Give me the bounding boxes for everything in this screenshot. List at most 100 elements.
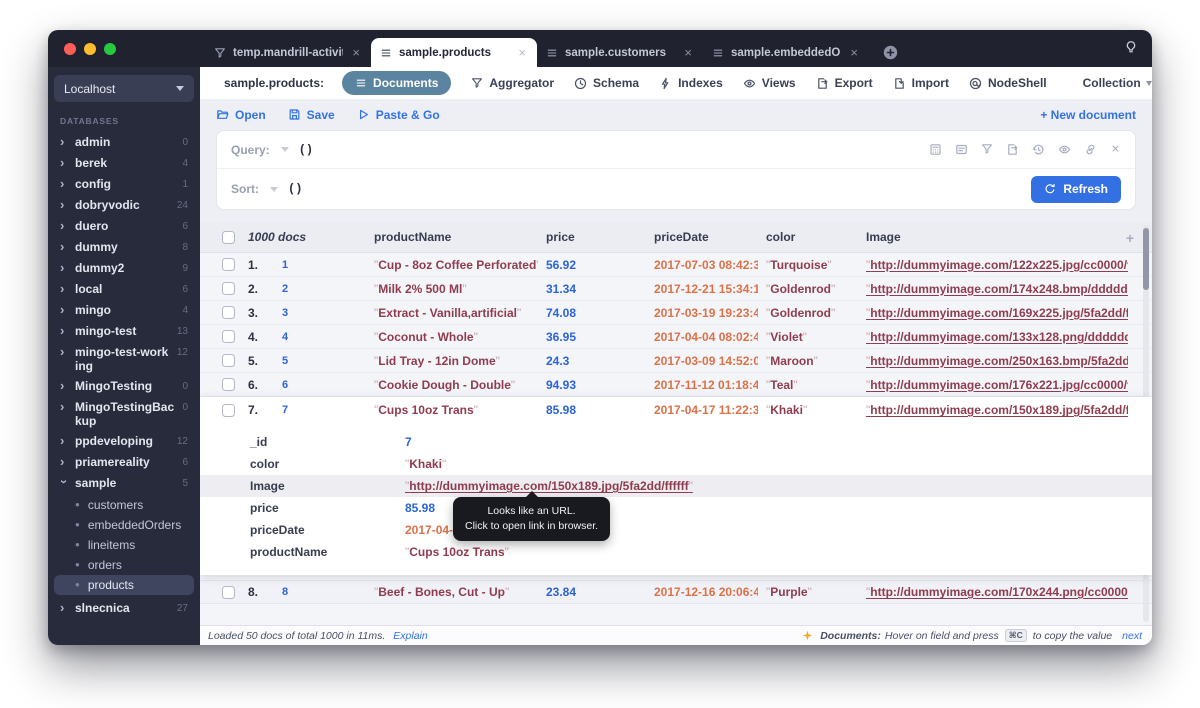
mode-aggregator-button[interactable]: Aggregator: [471, 76, 554, 90]
sidebar-db-MingoTestingBackup[interactable]: › MingoTestingBackup 0: [54, 397, 194, 431]
column-header-productName[interactable]: productName: [374, 230, 538, 244]
mode-nodeshell-button[interactable]: NodeShell: [969, 76, 1047, 90]
detail-field-productName[interactable]: productName Cups 10oz Trans: [200, 541, 1152, 563]
tab-temp.mandrill-activity[interactable]: temp.mandrill-activity ×: [205, 38, 371, 67]
sidebar-db-sample[interactable]: › sample 5: [54, 473, 194, 494]
close-icon[interactable]: ×: [516, 45, 528, 60]
paste-and-go-button[interactable]: Paste & Go: [357, 108, 440, 122]
sidebar-collection-embeddedOrders[interactable]: ● embeddedOrders: [54, 515, 194, 535]
mode-views-button[interactable]: Views: [743, 76, 796, 90]
column-header-priceDate[interactable]: priceDate: [654, 230, 758, 244]
table-row[interactable]: 7. 7 Cups 10oz Trans85.982017-04-17 11:2…: [200, 397, 1152, 423]
tab-sample.embeddedOrders[interactable]: sample.embeddedOrders ×: [703, 38, 869, 67]
link-icon[interactable]: [1084, 143, 1097, 156]
tab-sample.customers[interactable]: sample.customers ×: [537, 38, 703, 67]
sidebar-db-ppdeveloping[interactable]: › ppdeveloping 12: [54, 431, 194, 452]
sidebar-collection-customers[interactable]: ● customers: [54, 495, 194, 515]
image-url-value[interactable]: http://dummyimage.com/169x225.jpg/5fa2dd…: [866, 306, 1128, 320]
new-document-button[interactable]: + New document: [1040, 108, 1136, 122]
row-checkbox[interactable]: [222, 330, 235, 343]
sidebar-db-berek[interactable]: › berek 4: [54, 153, 194, 174]
filter-icon[interactable]: [981, 143, 993, 156]
calculator-icon[interactable]: [929, 143, 942, 156]
next-tip-link[interactable]: next: [1122, 630, 1142, 642]
explain-link[interactable]: Explain: [393, 630, 427, 642]
zoom-window-button[interactable]: [104, 43, 116, 55]
column-header-price[interactable]: price: [546, 230, 646, 244]
query-input[interactable]: (): [299, 143, 313, 157]
sidebar-db-dummy2[interactable]: › dummy2 9: [54, 258, 194, 279]
column-header-color[interactable]: color: [766, 230, 858, 244]
row-checkbox[interactable]: [222, 282, 235, 295]
table-row[interactable]: 5. 5 Lid Tray - 12in Dome24.32017-03-09 …: [200, 349, 1152, 373]
row-checkbox[interactable]: [222, 586, 235, 599]
row-checkbox[interactable]: [222, 306, 235, 319]
sidebar-db-dobryvodic[interactable]: › dobryvodic 24: [54, 195, 194, 216]
sidebar-db-mingo-test-working[interactable]: › mingo-test-working 12: [54, 342, 194, 376]
refresh-button[interactable]: Refresh: [1031, 176, 1121, 203]
export-icon[interactable]: [1006, 143, 1019, 156]
table-row[interactable]: 2. 2 Milk 2% 500 Ml31.342017-12-21 15:34…: [200, 277, 1152, 301]
sidebar-db-MingoTesting[interactable]: › MingoTesting 0: [54, 376, 194, 397]
sidebar-db-mingo-test[interactable]: › mingo-test 13: [54, 321, 194, 342]
image-url-value[interactable]: http://dummyimage.com/174x248.bmp/dddddd…: [866, 282, 1128, 296]
mode-import-button[interactable]: Import: [893, 76, 949, 90]
sidebar-db-slnecnica[interactable]: › slnecnica 27: [54, 598, 194, 619]
image-url-value[interactable]: http://dummyimage.com/176x221.jpg/cc0000…: [866, 378, 1128, 392]
select-all-checkbox[interactable]: [222, 231, 235, 244]
table-row[interactable]: 1. 1 Cup - 8oz Coffee Perforated56.92201…: [200, 253, 1152, 277]
image-url-value[interactable]: http://dummyimage.com/150x189.jpg/5fa2dd…: [866, 403, 1128, 417]
lightbulb-icon[interactable]: [1124, 40, 1138, 54]
query-type-dropdown[interactable]: Query:: [231, 143, 289, 157]
row-checkbox[interactable]: [222, 354, 235, 367]
table-row[interactable]: 6. 6 Cookie Dough - Double94.932017-11-1…: [200, 373, 1152, 397]
mode-schema-button[interactable]: Schema: [574, 76, 639, 90]
row-checkbox[interactable]: [222, 378, 235, 391]
sidebar-collection-lineitems[interactable]: ● lineitems: [54, 535, 194, 555]
detail-field-priceDate[interactable]: priceDate 2017-04-17 11:22:34: [200, 519, 1152, 541]
connection-select[interactable]: Localhost: [54, 75, 194, 102]
close-icon[interactable]: ×: [682, 45, 694, 60]
detail-field-price[interactable]: price 85.98: [200, 497, 1152, 519]
detail-field-color[interactable]: color Khaki: [200, 453, 1152, 475]
close-icon[interactable]: ×: [350, 45, 362, 60]
table-row[interactable]: 8. 8 Beef - Bones, Cut - Up23.842017-12-…: [200, 580, 1152, 604]
row-checkbox[interactable]: [222, 258, 235, 271]
sort-type-dropdown[interactable]: Sort:: [231, 182, 278, 196]
save-button[interactable]: Save: [288, 108, 335, 122]
close-icon[interactable]: ×: [848, 45, 860, 60]
sidebar-db-config[interactable]: › config 1: [54, 174, 194, 195]
mode-export-button[interactable]: Export: [816, 76, 873, 90]
history-icon[interactable]: [1032, 143, 1045, 156]
column-header-Image[interactable]: Image: [866, 230, 1128, 244]
tab-sample.products[interactable]: sample.products ×: [371, 38, 537, 67]
image-url-value[interactable]: http://dummyimage.com/122x225.jpg/cc0000…: [866, 258, 1128, 272]
row-checkbox[interactable]: [222, 404, 235, 417]
image-url-value[interactable]: http://dummyimage.com/170x244.png/cc0000…: [866, 585, 1128, 599]
image-url-value[interactable]: http://dummyimage.com/250x163.bmp/5fa2dd…: [866, 354, 1128, 368]
minimize-window-button[interactable]: [84, 43, 96, 55]
sidebar-db-mingo[interactable]: › mingo 4: [54, 300, 194, 321]
sidebar-db-local[interactable]: › local 6: [54, 279, 194, 300]
detail-field-Image[interactable]: Image http://dummyimage.com/150x189.jpg/…: [200, 475, 1152, 497]
close-window-button[interactable]: [64, 43, 76, 55]
mode-indexes-button[interactable]: Indexes: [659, 76, 723, 90]
list-icon[interactable]: [955, 143, 968, 156]
sidebar-db-dummy[interactable]: › dummy 8: [54, 237, 194, 258]
eye-icon[interactable]: [1058, 143, 1071, 156]
image-url-value[interactable]: http://dummyimage.com/133x128.png/dddddd…: [866, 330, 1128, 344]
sidebar-collection-products[interactable]: ● products: [54, 575, 194, 595]
open-button[interactable]: Open: [216, 108, 266, 122]
sidebar-db-duero[interactable]: › duero 6: [54, 216, 194, 237]
close-icon[interactable]: [1110, 143, 1121, 156]
sidebar-db-priamereality[interactable]: › priamereality 6: [54, 452, 194, 473]
add-column-icon[interactable]: +: [1126, 230, 1134, 246]
scrollbar-thumb[interactable]: [1143, 228, 1149, 290]
table-row[interactable]: 3. 3 Extract - Vanilla,artificial74.0820…: [200, 301, 1152, 325]
sidebar-db-admin[interactable]: › admin 0: [54, 132, 194, 153]
table-row[interactable]: 4. 4 Coconut - Whole36.952017-04-04 08:0…: [200, 325, 1152, 349]
new-tab-button[interactable]: [883, 45, 898, 60]
collection-dropdown[interactable]: Collection: [1083, 76, 1152, 90]
mode-documents-button[interactable]: Documents: [342, 71, 451, 95]
sort-input[interactable]: (): [288, 182, 302, 196]
